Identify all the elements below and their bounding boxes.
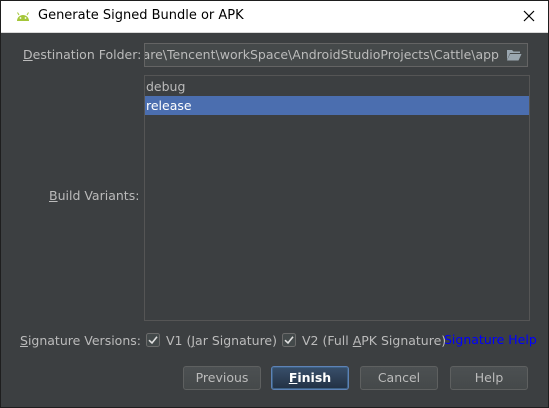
folder-open-icon[interactable] [506, 48, 522, 62]
close-icon[interactable] [518, 5, 540, 27]
previous-button[interactable]: Previous [183, 366, 261, 390]
signature-versions-label: Signature Versions: [20, 333, 141, 348]
destination-folder-value[interactable]: ware\Tencent\workSpace\AndroidStudioProj… [145, 47, 499, 62]
generate-signed-apk-dialog: Generate Signed Bundle or APK Destinatio… [0, 0, 549, 408]
build-variants-list[interactable]: debug release [144, 75, 530, 321]
v2-full-apk-signature-checkbox[interactable] [282, 333, 296, 347]
list-item-debug[interactable]: debug [145, 77, 529, 96]
finish-button[interactable]: Finish [271, 366, 349, 390]
v1-jar-signature-label[interactable]: V1 (Jar Signature) [166, 333, 277, 348]
destination-folder-label: Destination Folder: [23, 47, 142, 62]
destination-folder-field[interactable]: ware\Tencent\workSpace\AndroidStudioProj… [144, 43, 528, 67]
v1-jar-signature-checkbox[interactable] [146, 333, 160, 347]
android-icon [17, 12, 29, 21]
build-variants-label: Build Variants: [49, 188, 140, 203]
cancel-button[interactable]: Cancel [360, 366, 438, 390]
list-item-release[interactable]: release [145, 96, 529, 115]
help-button[interactable]: Help [450, 366, 528, 390]
title-bar: Generate Signed Bundle or APK [1, 1, 548, 33]
v2-full-apk-signature-label[interactable]: V2 (Full APK Signature) [302, 333, 446, 348]
signature-help-link[interactable]: Signature Help [444, 332, 537, 347]
dialog-title: Generate Signed Bundle or APK [38, 8, 244, 23]
